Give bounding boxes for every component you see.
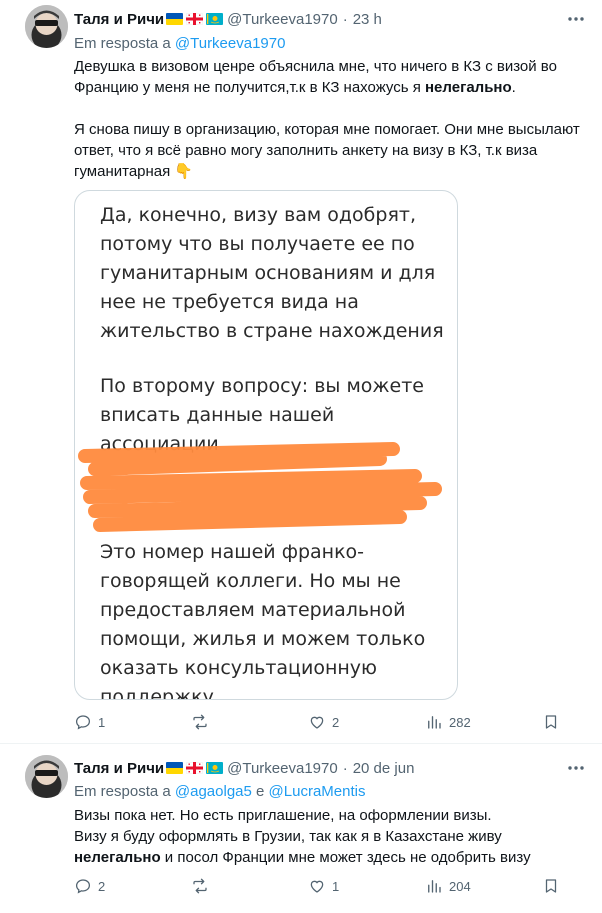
views-button[interactable]: 282: [425, 713, 471, 731]
tweet[interactable]: Таля и Ричи @Turkeeva1970 · 20 de jun Em…: [0, 744, 602, 913]
like-count: 1: [332, 878, 340, 894]
reply-count: 1: [98, 714, 106, 730]
views-icon: [428, 880, 441, 893]
author-flags: [166, 13, 224, 25]
action-bar: 2 1 204: [74, 877, 584, 897]
repost-button[interactable]: [191, 877, 215, 895]
flag-georgia-icon: [186, 762, 204, 774]
reply-to-link[interactable]: @agaolga5: [175, 783, 252, 800]
separator-dot: ·: [342, 759, 348, 777]
tweet-text-paragraph-2: Я снова пишу в организацию, которая мне …: [74, 121, 580, 180]
bookmark-button[interactable]: [542, 877, 560, 895]
flag-georgia-icon: [186, 13, 204, 25]
tweet-text: .: [511, 79, 516, 96]
reply-button[interactable]: 2: [74, 877, 105, 895]
tweet-text: Визу я буду оформлять в Грузии, так как …: [74, 828, 502, 845]
avatar[interactable]: [25, 5, 68, 48]
tweet-text-line: Визы пока нет. Но есть приглашение, на о…: [74, 807, 492, 824]
repost-button[interactable]: [191, 713, 215, 731]
reply-icon: [75, 715, 91, 730]
tweet-text-bold: нелегально: [74, 849, 161, 866]
separator-dot: ·: [342, 10, 348, 28]
tweet-header: Таля и Ричи @Turkeeva1970 · 20 de jun: [74, 757, 414, 779]
avatar[interactable]: [25, 755, 68, 798]
tweet-image[interactable]: Да, конечно, визу вам одобрят, потому чт…: [74, 190, 458, 700]
image-text-block-1: Да, конечно, визу вам одобрят, потому чт…: [100, 204, 444, 342]
tweet-header: Таля и Ричи @Turkeeva1970 · 23 h: [74, 8, 382, 30]
views-count: 282: [449, 714, 471, 730]
author-handle[interactable]: @Turkeeva1970: [227, 11, 338, 28]
reply-prefix: Em resposta a: [74, 35, 171, 52]
redaction-scribble: [78, 442, 442, 532]
action-bar: 1 2 282: [74, 713, 584, 733]
image-text-block-3: Это номер нашей франко-говорящей коллеги…: [100, 541, 426, 700]
like-icon: [310, 880, 324, 893]
reply-to-link[interactable]: @LucraMentis: [269, 783, 366, 800]
like-icon: [310, 716, 324, 729]
tweet[interactable]: Таля и Ричи @Turkeeva1970 · 23 h Em resp…: [0, 0, 602, 744]
tweet-text-paragraph-1: Визы пока нет. Но есть приглашение, на о…: [74, 805, 590, 868]
flag-ukraine-icon: [166, 13, 184, 25]
more-icon[interactable]: [566, 758, 586, 778]
tweet-time[interactable]: 23 h: [353, 11, 382, 28]
author-name[interactable]: Таля и Ричи: [74, 11, 164, 28]
tweet-text: и посол Франции мне может здесь не одобр…: [160, 849, 531, 866]
like-button[interactable]: 2: [308, 713, 339, 731]
views-icon: [428, 716, 441, 729]
flag-kazakhstan-icon: [206, 762, 224, 774]
reply-context: Em resposta a @Turkeeva1970: [74, 35, 285, 52]
reply-to-link[interactable]: @Turkeeva1970: [175, 35, 286, 52]
reply-prefix: Em resposta a: [74, 783, 171, 800]
like-count: 2: [332, 714, 340, 730]
repost-icon: [193, 714, 207, 730]
author-handle[interactable]: @Turkeeva1970: [227, 760, 338, 777]
like-button[interactable]: 1: [308, 877, 339, 895]
author-flags: [166, 762, 224, 774]
tweet-text-bold: нелегально: [425, 79, 512, 96]
author-name[interactable]: Таля и Ричи: [74, 760, 164, 777]
bookmark-icon: [545, 715, 557, 729]
reply-button[interactable]: 1: [74, 713, 105, 731]
reply-icon: [75, 879, 91, 894]
reply-context: Em resposta a @agaolga5 e @LucraMentis: [74, 783, 365, 800]
tweet-text-line: Визу я буду оформлять в Грузии, так как …: [74, 826, 590, 868]
reply-count: 2: [98, 878, 106, 894]
more-icon[interactable]: [566, 9, 586, 29]
views-button[interactable]: 204: [425, 877, 471, 895]
repost-icon: [193, 878, 207, 894]
tweet-time[interactable]: 20 de jun: [353, 760, 415, 777]
reply-conjunction: e: [256, 783, 265, 800]
flag-ukraine-icon: [166, 762, 184, 774]
tweet-text-paragraph-1: Девушка в визовом ценре объяснила мне, ч…: [74, 56, 590, 98]
bookmark-icon: [545, 879, 557, 893]
views-count: 204: [449, 878, 471, 894]
bookmark-button[interactable]: [542, 713, 560, 731]
flag-kazakhstan-icon: [206, 13, 224, 25]
